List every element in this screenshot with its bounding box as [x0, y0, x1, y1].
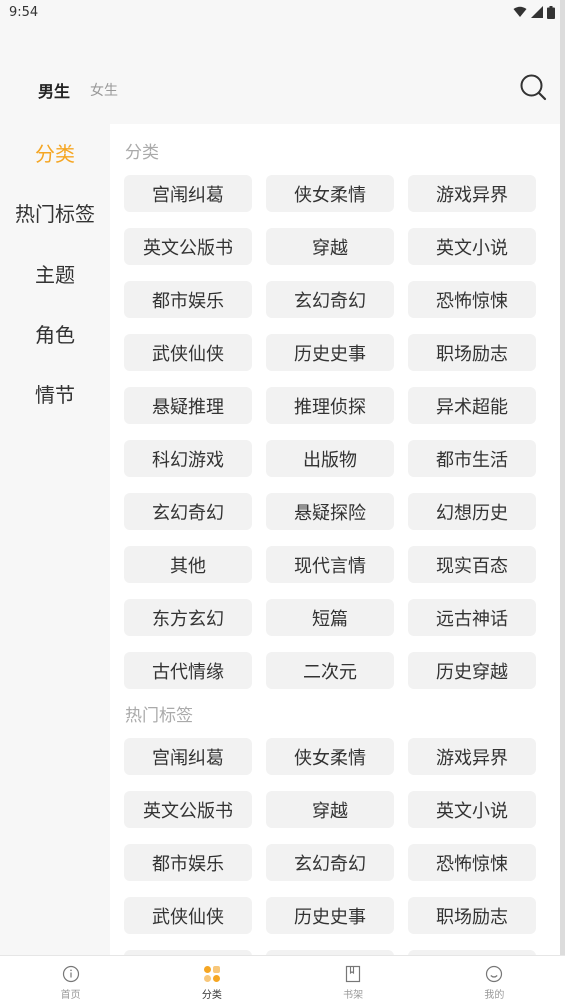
tag-chip[interactable]: 其他	[124, 546, 252, 583]
tag-chip[interactable]: 游戏异界	[408, 738, 536, 775]
nav-bookshelf-label: 书架	[343, 990, 364, 1001]
tag-chip[interactable]: 历史穿越	[408, 652, 536, 689]
tag-chip[interactable]: 穿越	[266, 791, 394, 828]
bookshelf-icon	[343, 964, 363, 984]
tag-chip[interactable]: 玄幻奇幻	[266, 844, 394, 881]
header: 男生 女生	[0, 60, 565, 116]
tag-chip[interactable]: 玄幻奇幻	[124, 493, 252, 530]
tag-chip[interactable]: 历史史事	[266, 334, 394, 371]
tag-chip[interactable]: 英文小说	[408, 791, 536, 828]
nav-home-label: 首页	[60, 990, 81, 1001]
tag-chip[interactable]: 游戏异界	[408, 175, 536, 212]
status-time: 9:54	[9, 4, 39, 20]
tag-chip[interactable]: 职场励志	[408, 897, 536, 934]
tag-chip[interactable]: 侠女柔情	[266, 175, 394, 212]
tag-chip[interactable]: 东方玄幻	[124, 599, 252, 636]
nav-home[interactable]: 首页	[0, 956, 141, 1004]
nav-profile[interactable]: 我的	[424, 956, 565, 1004]
tag-chip[interactable]: 英文公版书	[124, 228, 252, 265]
tab-male[interactable]: 男生	[38, 78, 70, 102]
tag-chip[interactable]: 古代情缘	[124, 652, 252, 689]
tag-chip[interactable]: 侠女柔情	[266, 738, 394, 775]
battery-icon	[547, 5, 555, 19]
tag-chip[interactable]: 武侠仙侠	[124, 897, 252, 934]
sidebar-item-plot[interactable]: 情节	[0, 375, 110, 415]
category-sidebar: 分类 热门标签 主题 角色 情节	[0, 124, 110, 955]
wifi-icon	[513, 6, 527, 17]
tag-chip[interactable]: 宫闱纠葛	[124, 738, 252, 775]
tag-content[interactable]: 分类 宫闱纠葛 侠女柔情 游戏异界 英文公版书 穿越 英文小说 都市娱乐 玄幻奇幻 恐怖惊悚 武侠…	[110, 124, 560, 955]
status-icons	[513, 5, 555, 19]
tag-chip[interactable]: 武侠仙侠	[124, 334, 252, 371]
nav-category-label: 分类	[201, 990, 222, 1001]
tab-female[interactable]: 女生	[90, 80, 118, 100]
section-title: 分类	[125, 143, 159, 163]
tag-chip[interactable]: 二次元	[266, 652, 394, 689]
sidebar-item-theme[interactable]: 主题	[0, 255, 110, 295]
profile-icon	[484, 964, 504, 984]
tag-chip[interactable]: 宫闱纠葛	[124, 175, 252, 212]
search-button[interactable]	[518, 72, 548, 102]
tag-chip[interactable]: 英文公版书	[124, 791, 252, 828]
tag-chip[interactable]: 穿越	[266, 228, 394, 265]
tag-chip[interactable]: 科幻游戏	[124, 440, 252, 477]
search-icon	[520, 74, 547, 101]
tag-chip[interactable]: 都市娱乐	[124, 281, 252, 318]
tag-chip[interactable]: 远古神话	[408, 599, 536, 636]
nav-profile-label: 我的	[484, 990, 505, 1001]
tag-chip[interactable]: 短篇	[266, 599, 394, 636]
sidebar-item-hot-tags[interactable]: 热门标签	[0, 194, 110, 234]
tag-chip[interactable]: 恐怖惊悚	[408, 281, 536, 318]
tag-chip[interactable]: 都市生活	[408, 440, 536, 477]
tag-chip[interactable]: 异术超能	[408, 387, 536, 424]
tag-chip[interactable]: 历史史事	[266, 897, 394, 934]
tag-chip[interactable]: 恐怖惊悚	[408, 844, 536, 881]
tag-chip[interactable]: 职场励志	[408, 334, 536, 371]
section-title: 热门标签	[125, 706, 193, 726]
scrollbar[interactable]	[560, 0, 565, 955]
category-icon	[202, 964, 222, 984]
sidebar-item-role[interactable]: 角色	[0, 315, 110, 355]
tag-chip[interactable]: 悬疑探险	[266, 493, 394, 530]
tag-chip[interactable]: 英文小说	[408, 228, 536, 265]
nav-bookshelf[interactable]: 书架	[283, 956, 424, 1004]
tag-chip[interactable]: 玄幻奇幻	[266, 281, 394, 318]
tag-chip[interactable]: 幻想历史	[408, 493, 536, 530]
tag-chip[interactable]: 现实百态	[408, 546, 536, 583]
home-icon	[61, 964, 81, 984]
signal-icon	[531, 6, 543, 18]
tag-chip[interactable]: 都市娱乐	[124, 844, 252, 881]
tag-grid-hot-tags: 宫闱纠葛 侠女柔情 游戏异界英文公版书 穿越 英文小说都市娱乐 玄幻奇幻 恐怖惊悚武侠仙侠历…	[124, 738, 536, 955]
tag-chip[interactable]: 现代言情	[266, 546, 394, 583]
bottom-nav: 首页 分类 书架 我的	[0, 955, 565, 1004]
tag-chip[interactable]: 悬疑推理	[124, 387, 252, 424]
tag-chip[interactable]: 出版物	[266, 440, 394, 477]
nav-category[interactable]: 分类	[141, 956, 282, 1004]
status-bar: 9:54	[0, 0, 565, 24]
tag-chip[interactable]: 推理侦探	[266, 387, 394, 424]
tag-grid-category: 宫闱纠葛 侠女柔情 游戏异界 英文公版书 穿越 英文小说 都市娱乐 玄幻奇幻 恐怖惊悚 武侠仙侠历…	[124, 175, 536, 689]
sidebar-item-category[interactable]: 分类	[0, 134, 110, 174]
